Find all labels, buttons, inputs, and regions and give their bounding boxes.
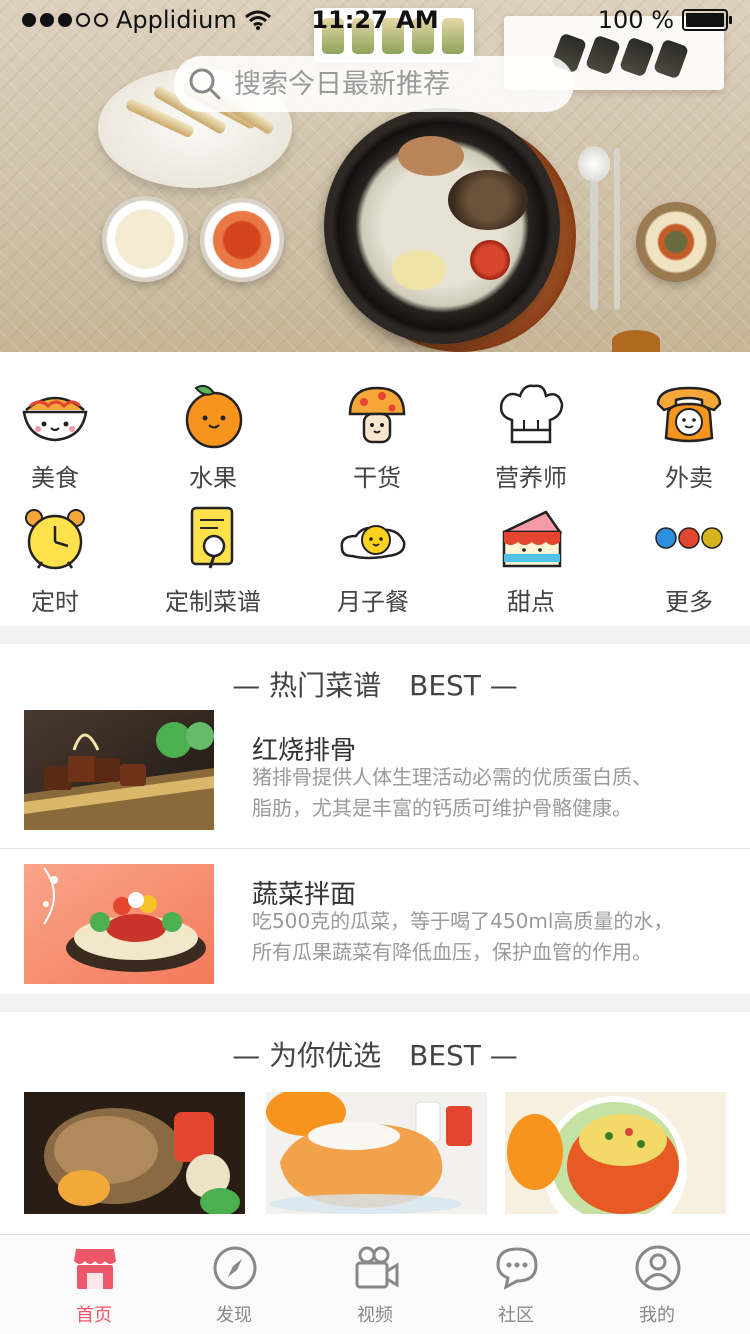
recipe-description: 猪排骨提供人体生理活动必需的优质蛋白质、 xyxy=(252,765,652,789)
tab-label: 首页 xyxy=(76,1305,112,1326)
recipe-book-icon xyxy=(190,506,234,569)
category-ganhuo[interactable]: 干货 xyxy=(302,360,452,492)
category-label: 月子餐 xyxy=(337,588,409,616)
tab-home[interactable]: 首页 xyxy=(19,1235,169,1334)
list-divider xyxy=(0,848,750,849)
section-gap xyxy=(0,994,750,1012)
tab-label: 发现 xyxy=(216,1305,252,1326)
category-dingshi[interactable]: 定时 xyxy=(0,484,130,616)
chat-bubble-icon xyxy=(496,1247,538,1290)
status-right: 100 % xyxy=(597,6,732,34)
category-meishi[interactable]: 美食 xyxy=(0,360,130,492)
category-label: 更多 xyxy=(665,588,713,616)
status-bar: Applidium 11:27 AM 100 % xyxy=(0,0,750,40)
recipe-item[interactable]: 蔬菜拌面 吃500克的瓜菜，等于喝了450ml高质量的水， 所有瓜果蔬菜有降低血… xyxy=(0,864,750,1008)
tab-label: 我的 xyxy=(639,1305,675,1326)
category-grid: 美食 水果 干货 营养师 外卖 定时 定制菜谱 月子餐 甜点 更多 xyxy=(0,352,750,626)
papaya-dessert-photo xyxy=(266,1092,487,1214)
bottom-tab-bar: 首页 发现 视频 社区 我的 xyxy=(0,1234,750,1334)
search-icon xyxy=(189,68,221,100)
spoon-head-image xyxy=(578,146,610,182)
category-label: 定制菜谱 xyxy=(165,588,261,616)
fried-egg-icon xyxy=(340,525,406,560)
user-icon xyxy=(635,1245,681,1291)
pot-ingredient xyxy=(398,136,464,176)
recipe-description: 吃500克的瓜菜，等于喝了450ml高质量的水， xyxy=(252,909,674,933)
cake-icon xyxy=(502,510,563,568)
tab-discover[interactable]: 发现 xyxy=(159,1235,309,1334)
kimchi-side-dish-image xyxy=(200,198,284,282)
chopsticks-image xyxy=(614,148,620,310)
compass-icon xyxy=(213,1246,257,1290)
video-camera-icon xyxy=(355,1246,399,1289)
recipe-description: 所有瓜果蔬菜有降低血压，保护血管的作用。 xyxy=(252,940,652,964)
category-yuezican[interactable]: 月子餐 xyxy=(298,484,448,616)
search-input[interactable] xyxy=(234,68,554,100)
tab-profile[interactable]: 我的 xyxy=(582,1235,732,1334)
pick-card[interactable] xyxy=(505,1092,726,1214)
noodle-side-dish-image xyxy=(102,196,188,282)
side-bowl-image xyxy=(636,202,716,282)
more-dots-icon xyxy=(655,527,723,549)
recipe-item[interactable]: 红烧排骨 猪排骨提供人体生理活动必需的优质蛋白质、 脂肪，尤其是丰富的钙质可维护… xyxy=(0,710,750,854)
noodle-bowl-icon xyxy=(22,396,88,442)
vegetable-noodles-photo xyxy=(24,864,214,984)
braised-ribs-photo xyxy=(24,710,214,830)
category-shuiguo[interactable]: 水果 xyxy=(138,360,288,492)
mushroom-icon xyxy=(348,386,406,444)
chef-hat-icon xyxy=(499,384,564,444)
pot-ingredient xyxy=(470,240,510,280)
stuffed-pumpkin-photo xyxy=(505,1092,726,1214)
category-label: 甜点 xyxy=(507,588,555,616)
tab-label: 视频 xyxy=(357,1305,393,1326)
pick-card[interactable] xyxy=(266,1092,487,1214)
pot-ingredient xyxy=(448,170,528,230)
category-dingzhicaipu[interactable]: 定制菜谱 xyxy=(138,484,288,616)
category-yingyangshi[interactable]: 营养师 xyxy=(456,360,606,492)
leaf-decoration xyxy=(612,330,660,352)
tab-label: 社区 xyxy=(498,1305,534,1326)
pick-card[interactable] xyxy=(24,1092,245,1214)
pot-ingredient xyxy=(392,250,446,290)
roast-chicken-photo xyxy=(24,1092,245,1214)
recipe-description: 脂肪，尤其是丰富的钙质可维护骨骼健康。 xyxy=(252,796,632,820)
category-gengduo[interactable]: 更多 xyxy=(614,484,750,616)
hot-recipes-title: — 热门菜谱 BEST — xyxy=(232,669,518,702)
orange-icon xyxy=(185,384,243,449)
picks-title: — 为你优选 BEST — xyxy=(232,1039,518,1072)
shop-icon xyxy=(74,1249,116,1289)
tab-community[interactable]: 社区 xyxy=(441,1235,591,1334)
hero-banner[interactable]: Applidium 11:27 AM 100 % xyxy=(0,0,750,352)
telephone-icon xyxy=(656,386,722,443)
category-label: 定时 xyxy=(31,588,79,616)
category-waimai[interactable]: 外卖 xyxy=(614,360,750,492)
category-tiandian[interactable]: 甜点 xyxy=(456,484,606,616)
alarm-clock-icon xyxy=(25,509,85,570)
battery-icon xyxy=(682,9,732,31)
section-gap xyxy=(0,626,750,644)
tab-video[interactable]: 视频 xyxy=(300,1235,450,1334)
battery-percent: 100 % xyxy=(597,6,674,34)
search-bar[interactable] xyxy=(174,56,574,112)
